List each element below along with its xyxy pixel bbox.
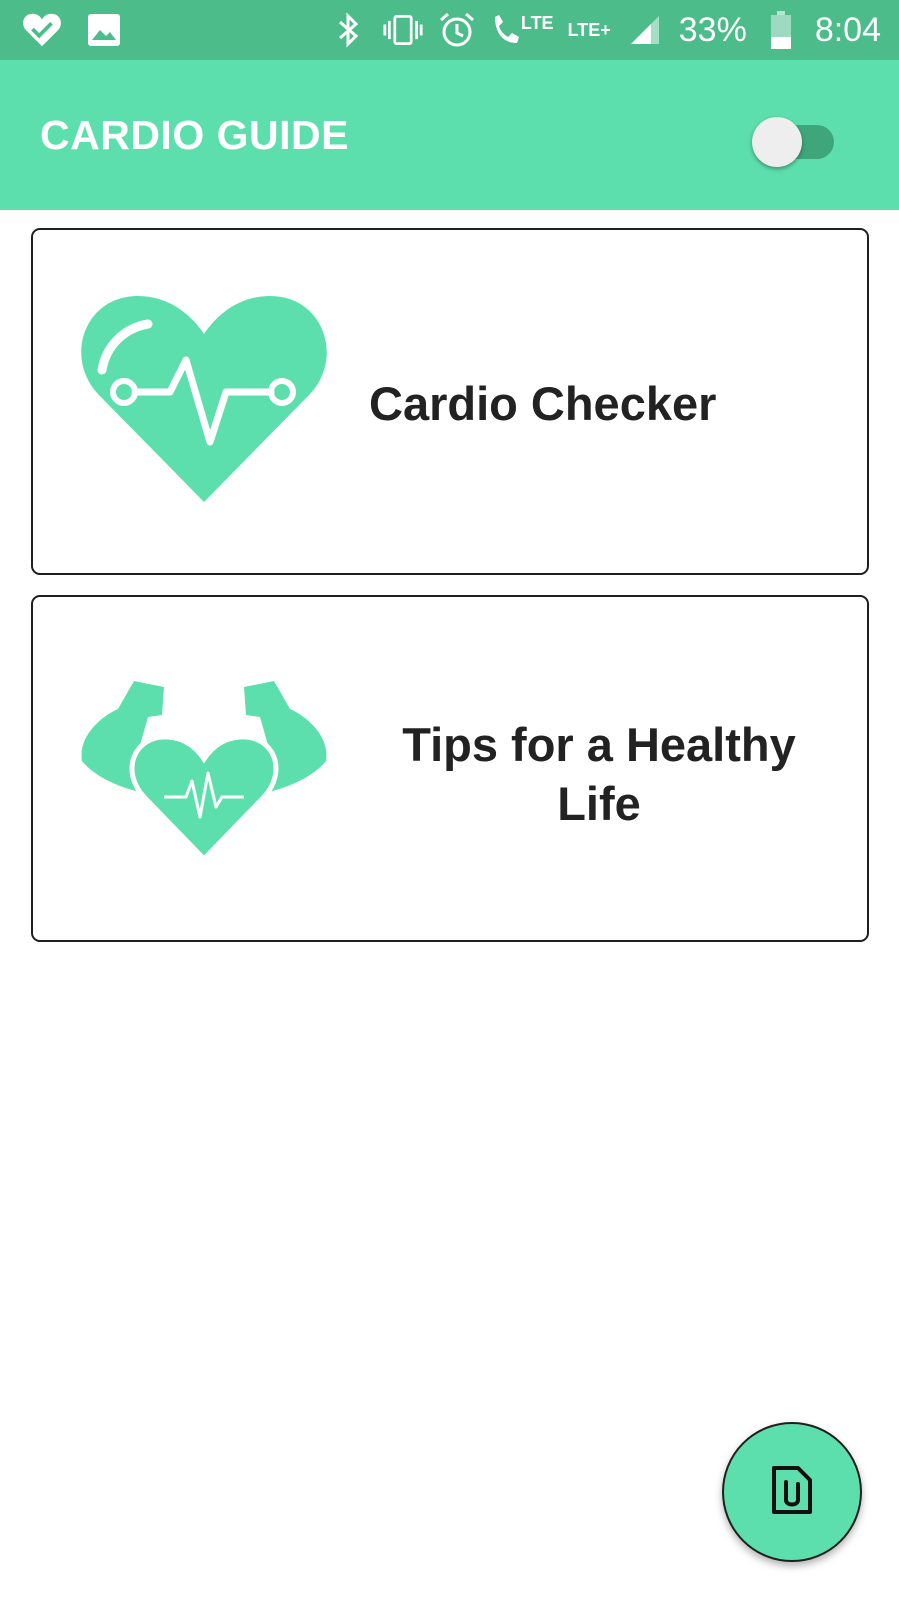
signal-icon [625, 10, 665, 50]
vibrate-icon [383, 10, 423, 50]
healthy-tips-card[interactable]: Tips for a Healthy Life [31, 595, 869, 942]
battery-icon [761, 10, 801, 50]
clock: 8:04 [814, 10, 881, 49]
lte-plus-label: LTE+ [567, 19, 611, 40]
attachment-file-icon [770, 1464, 814, 1521]
bluetooth-icon [329, 10, 369, 50]
strong-heart-icon [78, 677, 330, 863]
alarm-icon [437, 10, 477, 50]
heart-pulse-icon [78, 290, 330, 510]
volte-call-icon: LTE [491, 13, 554, 47]
attachment-fab[interactable] [722, 1422, 862, 1562]
mode-toggle[interactable] [752, 114, 834, 167]
cardio-checker-card[interactable]: Cardio Checker [31, 228, 869, 575]
app-bar: CARDIO GUIDE [0, 60, 899, 210]
toggle-thumb [752, 117, 802, 167]
card-label: Tips for a Healthy Life [402, 718, 796, 830]
image-icon [84, 10, 124, 50]
heart-check-icon [22, 10, 62, 50]
status-bar: LTE LTE+ 33% 8:04 [0, 0, 899, 60]
app-title: CARDIO GUIDE [40, 112, 349, 158]
lte-call-label: LTE [520, 13, 554, 33]
card-label: Cardio Checker [369, 377, 717, 430]
battery-percent: 33% [678, 10, 747, 49]
